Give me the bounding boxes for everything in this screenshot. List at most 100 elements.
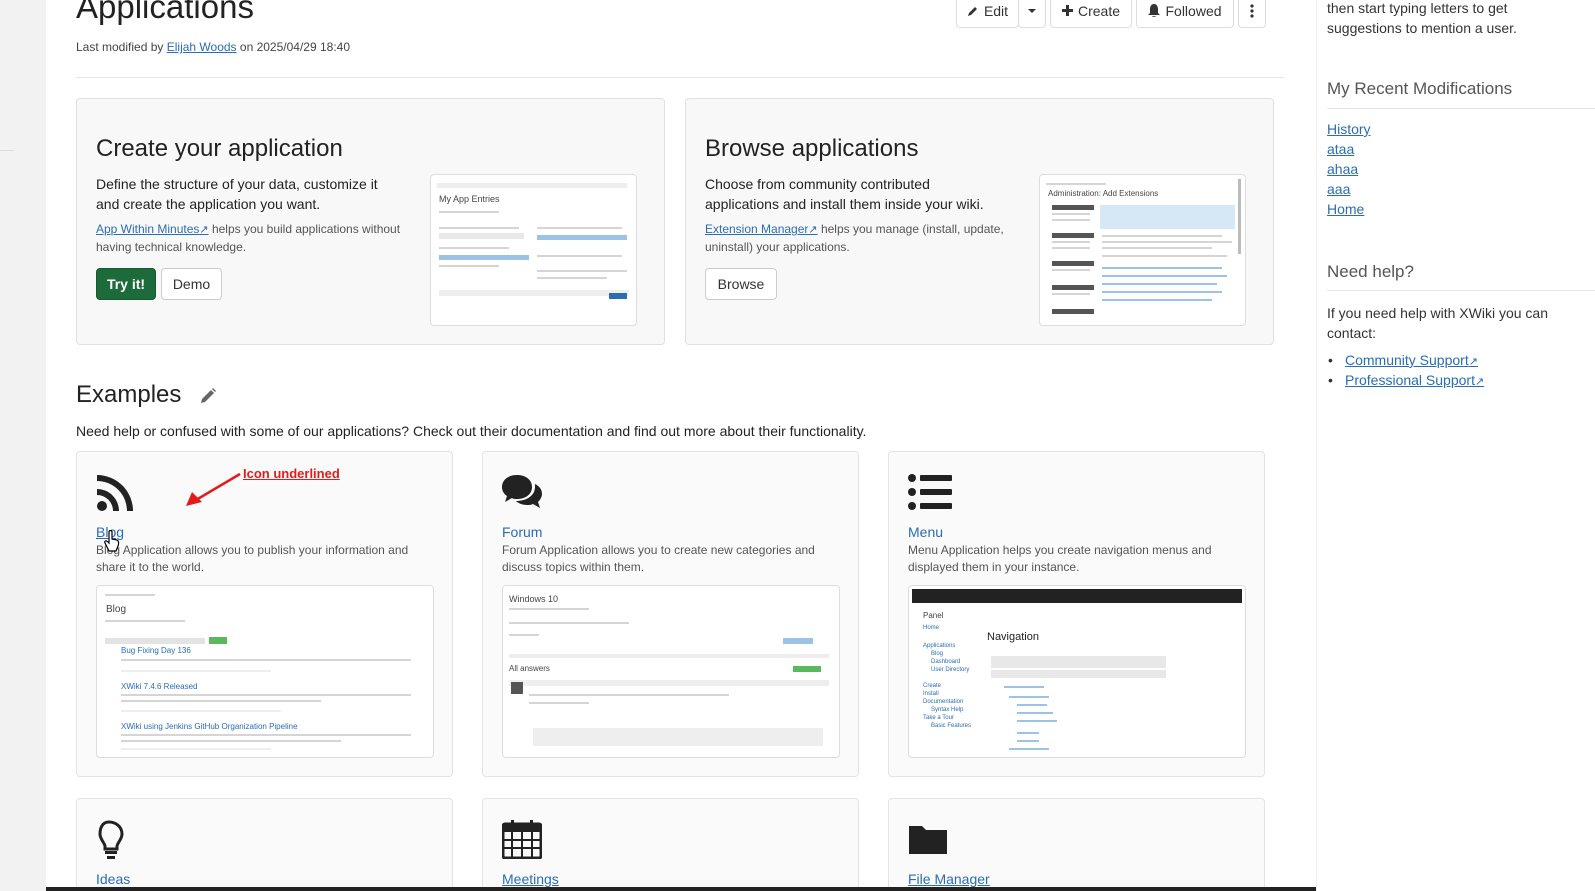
pencil-icon: [967, 6, 977, 16]
page-title: Applications: [76, 0, 254, 25]
right-sidebar: then start typing letters to get suggest…: [1316, 0, 1595, 891]
folder-icon[interactable]: [908, 819, 948, 859]
app-within-minutes-screenshot: My App Entries: [430, 174, 637, 326]
external-link-icon: ↗: [199, 224, 209, 236]
professional-support-link[interactable]: Professional Support↗: [1328, 372, 1485, 388]
recent-item-ataa[interactable]: ataa: [1327, 141, 1354, 157]
browse-button[interactable]: Browse: [705, 268, 777, 300]
recent-rule: [1327, 108, 1595, 109]
caret-down-icon: [1028, 8, 1036, 13]
page-meta: Last modified by Elijah Woods on 2025/04…: [76, 40, 350, 54]
menu-nav-documentation: Documentation: [923, 699, 964, 705]
bell-icon: [1148, 4, 1161, 17]
menu-nav-home: Home: [923, 625, 940, 631]
meetings-link[interactable]: Meetings: [502, 871, 559, 887]
external-link-icon: ↗: [1468, 356, 1478, 368]
edit-section-pencil-icon[interactable]: [199, 387, 217, 405]
help-rule: [1327, 290, 1595, 291]
app-within-minutes-link[interactable]: App Within Minutes↗: [96, 222, 209, 236]
example-card-file-manager: File Manager: [888, 798, 1265, 891]
create-panel-title: Create your application: [96, 135, 343, 162]
menu-screenshot: Panel Navigation Home Applications Blog …: [908, 585, 1246, 758]
mention-hint: then start typing letters to get suggest…: [1327, 0, 1517, 36]
example-card-ideas: Ideas: [76, 798, 453, 891]
edit-button[interactable]: Edit: [956, 0, 1019, 28]
meta-prefix: Last modified by: [76, 40, 164, 54]
meta-date: on 2025/04/29 18:40: [239, 40, 351, 54]
forum-screenshot: Windows 10 All answers: [502, 585, 840, 758]
blog-screenshot: Blog Bug Fixing Day 136 XWiki 7.4.6 Rele…: [96, 585, 434, 758]
help-text: If you need help with XWiki you can cont…: [1327, 305, 1549, 341]
blog-entry-3: XWiki using Jenkins GitHub Organization …: [121, 722, 298, 731]
examples-desc: Need help or confused with some of our a…: [76, 423, 867, 439]
hand-cursor-icon: [104, 530, 120, 552]
examples-title: Examples: [76, 381, 182, 408]
menu-link[interactable]: Menu: [908, 524, 943, 540]
forum-desc: Forum Application allows you to create n…: [502, 543, 815, 574]
create-panel-desc: Define the structure of your data, custo…: [96, 176, 378, 212]
create-panel-sub: App Within Minutes↗ helps you build appl…: [96, 221, 416, 256]
menu-desc: Menu Application helps you create naviga…: [908, 543, 1212, 574]
followed-label: Followed: [1165, 2, 1222, 19]
forum-shot-answers: All answers: [509, 664, 550, 673]
try-it-button[interactable]: Try it!: [96, 268, 156, 300]
bottom-scroll-edge: [46, 887, 1316, 891]
forum-shot-title: Windows 10: [509, 594, 559, 604]
example-card-blog: Blog Blog Application allows you to publ…: [76, 451, 453, 777]
example-card-meetings: Meetings: [482, 798, 859, 891]
more-actions-button[interactable]: [1238, 0, 1266, 28]
awm-link-text: App Within Minutes: [96, 222, 200, 236]
menu-nav-create: Create: [923, 683, 942, 689]
menu-nav-basic-features: Basic Features: [931, 723, 972, 729]
forum-link[interactable]: Forum: [502, 524, 542, 540]
need-help-title: Need help?: [1327, 262, 1414, 281]
meta-author-link[interactable]: Elijah Woods: [167, 40, 237, 54]
blog-desc: Blog Application allows you to publish y…: [96, 543, 409, 574]
main-content: Applications Last modified by Elijah Woo…: [46, 0, 1316, 891]
create-button[interactable]: Create: [1050, 0, 1132, 28]
example-card-forum: Forum Forum Application allows you to cr…: [482, 451, 859, 777]
menu-nav-take-a-tour: Take a Tour: [923, 715, 954, 721]
menu-shot-panel: Panel: [923, 611, 944, 620]
menu-nav-user-directory: User Directory: [931, 667, 970, 673]
em-thumb-title: Administration: Add Extensions: [1048, 189, 1159, 198]
em-link-text: Extension Manager: [705, 222, 809, 236]
menu-shot-title: Navigation: [987, 631, 1039, 643]
menu-nav-blog: Blog: [931, 651, 944, 657]
professional-support-text: Professional Support: [1345, 372, 1475, 388]
community-support-link[interactable]: Community Support↗: [1328, 352, 1478, 368]
blog-shot-title: Blog: [106, 604, 127, 615]
browse-panel-desc: Choose from community contributed applic…: [705, 176, 984, 212]
example-card-menu: Menu Menu Application helps you create n…: [888, 451, 1265, 777]
browse-applications-panel: Browse applications Choose from communit…: [685, 98, 1274, 345]
list-icon[interactable]: [908, 472, 952, 512]
create-label: Create: [1077, 2, 1121, 19]
menu-nav-applications: Applications: [923, 643, 956, 649]
vertical-dots-icon: [1250, 3, 1254, 18]
recent-item-ahaa[interactable]: ahaa: [1327, 161, 1358, 177]
blog-entry-2: XWiki 7.4.6 Released: [121, 682, 198, 691]
file-manager-link[interactable]: File Manager: [908, 871, 990, 887]
blog-entry-1: Bug Fixing Day 136: [121, 646, 191, 655]
extension-manager-screenshot: Administration: Add Extensions: [1039, 174, 1246, 326]
edit-dropdown-button[interactable]: [1018, 0, 1046, 28]
recent-item-history[interactable]: History: [1327, 121, 1371, 137]
recent-item-aaa[interactable]: aaa: [1327, 181, 1350, 197]
lightbulb-icon[interactable]: [96, 819, 136, 859]
browse-panel-title: Browse applications: [705, 135, 919, 162]
external-link-icon: ↗: [808, 224, 818, 236]
create-application-panel: Create your application Define the struc…: [76, 98, 665, 345]
comments-icon[interactable]: [502, 472, 542, 512]
followed-button[interactable]: Followed: [1136, 0, 1234, 28]
calendar-icon[interactable]: [502, 819, 542, 859]
ideas-link[interactable]: Ideas: [96, 871, 130, 887]
plus-icon: [1061, 5, 1073, 16]
recent-item-home[interactable]: Home: [1327, 201, 1364, 217]
menu-nav-syntax-help: Syntax Help: [931, 707, 964, 713]
demo-button[interactable]: Demo: [161, 268, 222, 300]
external-link-icon: ↗: [1474, 376, 1485, 388]
extension-manager-link[interactable]: Extension Manager↗: [705, 222, 818, 236]
community-support-text: Community Support: [1345, 352, 1469, 368]
rss-feed-icon[interactable]: [96, 472, 136, 512]
edit-label: Edit: [983, 2, 1009, 19]
